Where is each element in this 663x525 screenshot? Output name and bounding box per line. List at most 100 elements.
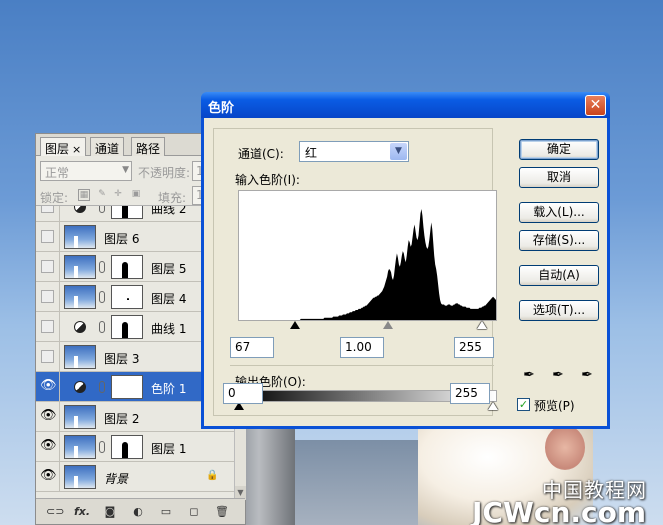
lock-move-icon[interactable]: ✛: [112, 189, 124, 201]
channel-select[interactable]: 红 ▼: [299, 141, 409, 162]
chevron-down-icon[interactable]: ▼: [390, 143, 407, 160]
close-button[interactable]: ✕: [585, 95, 606, 116]
empty-visibility-box[interactable]: [41, 206, 54, 213]
visibility-toggle[interactable]: 👁: [36, 462, 60, 491]
blend-mode-select[interactable]: 正常 ▼: [40, 161, 132, 181]
layer-name: 色阶 1: [151, 382, 187, 396]
visibility-toggle[interactable]: [36, 222, 60, 251]
visibility-toggle[interactable]: [36, 342, 60, 371]
layer-thumbnail[interactable]: [64, 465, 96, 489]
layer-mask-thumbnail[interactable]: [111, 255, 143, 279]
lock-label: 锁定:: [40, 191, 69, 205]
options-button[interactable]: 选项(T)...: [519, 300, 599, 321]
dialog-titlebar[interactable]: 色阶 ✕: [201, 92, 610, 118]
black-eyedropper-icon[interactable]: ✒: [520, 366, 538, 384]
mask-figure: [122, 442, 128, 458]
eye-icon[interactable]: 👁: [40, 469, 57, 483]
adjustment-layer-icon: [74, 321, 86, 333]
preview-label: 预览(P): [534, 399, 575, 413]
layer-name: 图层 5: [151, 262, 187, 276]
empty-visibility-box[interactable]: [41, 320, 54, 333]
input-gamma-field[interactable]: 1.00: [340, 337, 384, 358]
eye-icon[interactable]: 👁: [40, 379, 57, 393]
layer-mask-thumbnail[interactable]: [111, 375, 143, 399]
output-white-field[interactable]: 255: [450, 383, 490, 404]
layer-row[interactable]: 👁 图层 1: [36, 432, 234, 462]
eye-icon[interactable]: 👁: [40, 439, 57, 453]
histogram: [238, 190, 497, 321]
chain-icon[interactable]: [99, 441, 105, 453]
lock-transparent-icon[interactable]: ▦: [78, 189, 90, 201]
layer-mask-thumbnail[interactable]: [111, 315, 143, 339]
chain-icon[interactable]: [99, 261, 105, 273]
chain-icon[interactable]: [99, 206, 105, 213]
separator: [230, 365, 494, 366]
tab-channels[interactable]: 通道: [90, 137, 125, 156]
watermark-en: JCWcn.com: [472, 496, 647, 525]
preview-checkbox[interactable]: ✓: [517, 398, 530, 411]
empty-visibility-box[interactable]: [41, 290, 54, 303]
layer-mask-thumbnail[interactable]: [111, 285, 143, 309]
input-black-slider[interactable]: [290, 321, 300, 329]
chain-icon[interactable]: [99, 321, 105, 333]
visibility-toggle[interactable]: [36, 282, 60, 311]
layer-name: 背景: [104, 472, 129, 486]
input-white-field[interactable]: 255: [454, 337, 494, 358]
visibility-toggle[interactable]: 👁: [36, 372, 60, 401]
layer-thumbnail[interactable]: [64, 435, 96, 459]
layer-thumbnail[interactable]: [64, 285, 96, 309]
lock-all-icon[interactable]: ▣: [130, 189, 142, 201]
eye-icon[interactable]: 👁: [40, 409, 57, 423]
layer-mask-thumbnail[interactable]: [111, 206, 143, 219]
tab-layers[interactable]: 图层 ×: [40, 137, 87, 156]
save-button[interactable]: 存储(S)...: [519, 230, 599, 251]
layer-thumbnail[interactable]: [64, 345, 96, 369]
input-white-slider[interactable]: [477, 321, 487, 329]
layer-name: 图层 2: [104, 412, 140, 426]
tab-paths[interactable]: 路径: [131, 137, 166, 156]
link-icon[interactable]: ⊂⊃: [46, 504, 64, 520]
layer-mask-thumbnail[interactable]: [111, 435, 143, 459]
cancel-button[interactable]: 取消: [519, 167, 599, 188]
visibility-toggle[interactable]: 👁: [36, 432, 60, 461]
gray-eyedropper-icon[interactable]: ✒: [549, 366, 567, 384]
input-levels-label: 输入色阶(I):: [235, 173, 300, 187]
new-layer-icon[interactable]: ◻: [186, 504, 202, 520]
input-gamma-slider[interactable]: [383, 321, 393, 329]
layer-name: 图层 6: [104, 232, 140, 246]
levels-dialog: 色阶 ✕ 通道(C): 红 ▼ 输入色阶(I): 67 1.00 255 输出色…: [201, 92, 610, 429]
empty-visibility-box[interactable]: [41, 350, 54, 363]
chain-icon[interactable]: [99, 381, 105, 393]
auto-button[interactable]: 自动(A): [519, 265, 599, 286]
mask-icon[interactable]: ◙: [102, 504, 118, 520]
adjustment-icon[interactable]: ◐: [130, 504, 146, 520]
opacity-label: 不透明度:: [138, 166, 191, 180]
visibility-toggle[interactable]: [36, 252, 60, 281]
load-button[interactable]: 载入(L)...: [519, 202, 599, 223]
empty-visibility-box[interactable]: [41, 230, 54, 243]
layer-name: 图层 3: [104, 352, 140, 366]
dialog-body: 通道(C): 红 ▼ 输入色阶(I): 67 1.00 255 输出色阶(O):…: [204, 118, 607, 426]
close-icon[interactable]: ×: [72, 143, 81, 156]
mask-figure: [122, 206, 128, 218]
layer-row[interactable]: 👁 背景 🔒: [36, 462, 234, 492]
layer-thumbnail[interactable]: [64, 255, 96, 279]
visibility-toggle[interactable]: 👁: [36, 402, 60, 431]
input-black-field[interactable]: 67: [230, 337, 274, 358]
white-eyedropper-icon[interactable]: ✒: [578, 366, 596, 384]
visibility-toggle[interactable]: [36, 312, 60, 341]
fx-icon[interactable]: fx.: [74, 504, 90, 520]
ok-button[interactable]: 确定: [519, 139, 599, 160]
visibility-toggle[interactable]: [36, 206, 60, 221]
layer-thumbnail[interactable]: [64, 405, 96, 429]
empty-visibility-box[interactable]: [41, 260, 54, 273]
lock-brush-icon[interactable]: ✎: [96, 189, 108, 201]
mask-figure: [122, 262, 128, 278]
trash-icon[interactable]: 🗑: [214, 504, 230, 520]
dialog-title: 色阶: [208, 101, 235, 116]
layer-thumbnail[interactable]: [64, 225, 96, 249]
chain-icon[interactable]: [99, 291, 105, 303]
channel-label: 通道(C):: [238, 147, 284, 161]
output-black-field[interactable]: 0: [223, 383, 263, 404]
group-icon[interactable]: ▭: [158, 504, 174, 520]
